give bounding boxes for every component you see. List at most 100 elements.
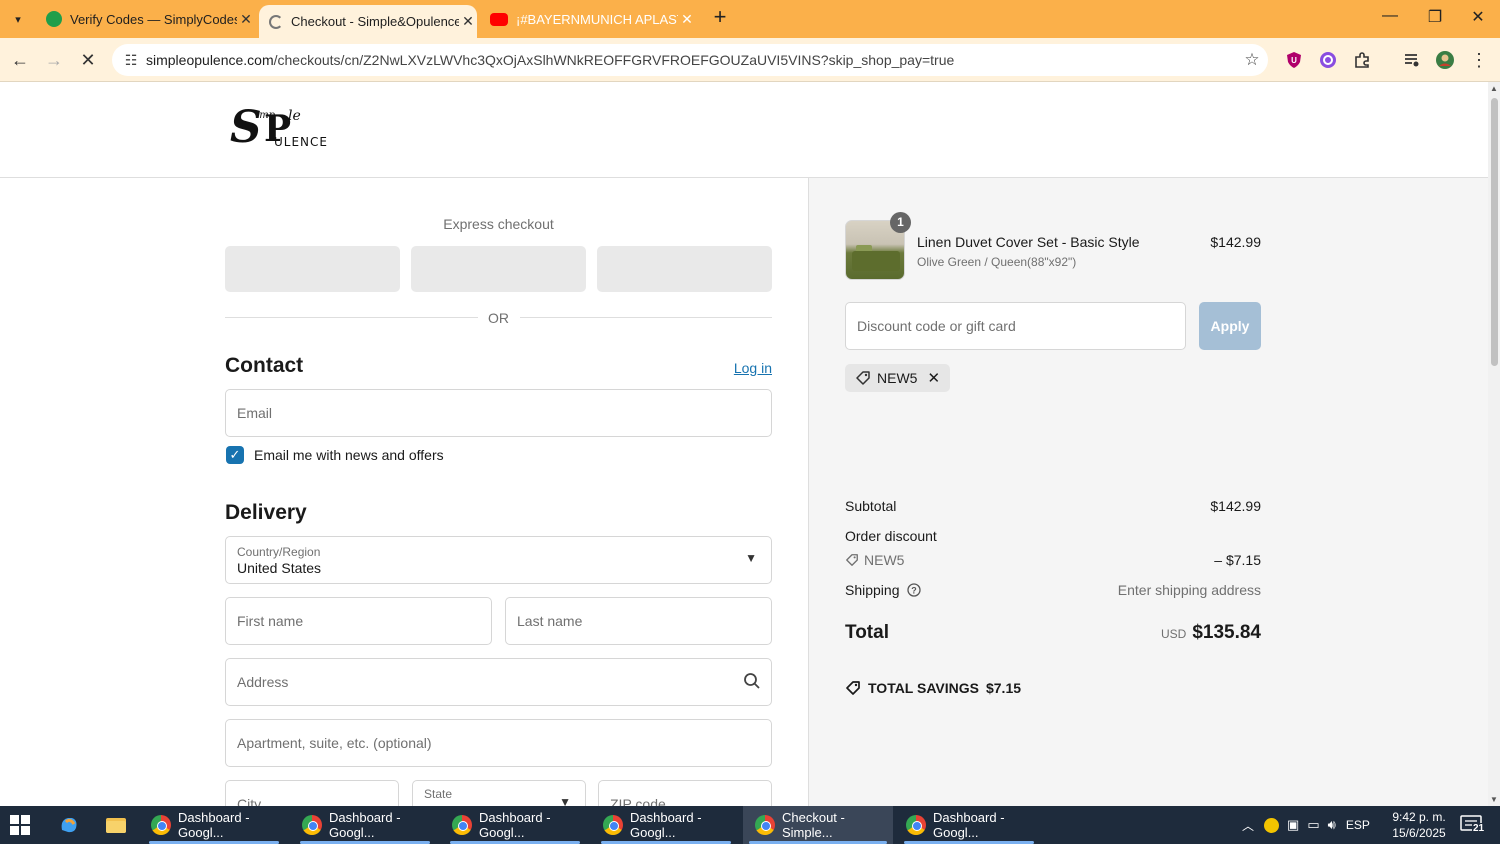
state-select[interactable]: State ▼ — [412, 780, 586, 806]
ublock-extension-icon[interactable]: U — [1282, 48, 1306, 72]
close-icon[interactable]: ✕ — [237, 11, 255, 28]
language-indicator[interactable]: ESP — [1346, 818, 1370, 832]
subtotal-label: Subtotal — [845, 498, 897, 514]
site-info-icon[interactable]: ☷ — [116, 52, 146, 69]
tab-title: Checkout - Simple&Opulence — [291, 14, 459, 29]
tag-icon — [846, 681, 860, 695]
clock-date: 15/6/2025 — [1392, 826, 1446, 840]
product-price: $142.99 — [1210, 234, 1261, 250]
page-scrollbar[interactable]: ▲ ▼ — [1488, 82, 1500, 806]
chrome-icon — [151, 815, 171, 835]
subtotal-value: $142.99 — [1210, 498, 1261, 514]
forward-button[interactable]: → — [42, 48, 66, 72]
order-discount-label: Order discount — [845, 528, 937, 544]
minimize-button[interactable]: — — [1378, 7, 1402, 31]
apply-discount-button[interactable]: Apply — [1199, 302, 1261, 350]
taskbar-chrome-dashboard-2[interactable]: Dashboard - Googl... — [294, 806, 436, 844]
address-input[interactable] — [237, 674, 760, 690]
discount-code-row: NEW5 – $7.15 — [845, 552, 1261, 570]
svg-text:?: ? — [911, 586, 917, 596]
shipping-value: Enter shipping address — [1117, 582, 1261, 598]
back-button[interactable]: ← — [8, 48, 32, 72]
taskbar-chrome-dashboard-3[interactable]: Dashboard - Googl... — [444, 806, 586, 844]
copilot-icon[interactable] — [58, 814, 80, 836]
login-link[interactable]: Log in — [734, 360, 772, 376]
discount-code-field[interactable] — [845, 302, 1186, 350]
volume-icon[interactable]: 🔊︎ — [1328, 817, 1336, 833]
url-text[interactable]: simpleopulence.com/checkouts/cn/Z2NwLXVz… — [146, 52, 1236, 68]
email-input[interactable] — [237, 405, 760, 421]
restore-button[interactable]: ❐ — [1423, 7, 1447, 31]
last-name-input[interactable] — [517, 613, 760, 629]
chrome-icon — [452, 815, 472, 835]
remove-discount-icon[interactable]: ✕ — [927, 369, 940, 387]
tab-title: Verify Codes — SimplyCodes — [70, 11, 237, 27]
url-host: simpleopulence.com — [146, 52, 274, 68]
first-name-input[interactable] — [237, 613, 480, 629]
tab-verify-codes[interactable]: Verify Codes — SimplyCodes ✕ — [40, 0, 255, 38]
or-text: OR — [488, 310, 509, 326]
apartment-field[interactable] — [225, 719, 772, 767]
total-value: $135.84 — [1192, 622, 1261, 643]
chrome-icon — [603, 815, 623, 835]
scroll-up-arrow-icon[interactable]: ▲ — [1488, 84, 1500, 93]
savings-value: $7.15 — [985, 680, 1022, 696]
chevron-down-icon: ▼ — [745, 551, 757, 565]
notification-count: 21 — [1472, 823, 1486, 834]
system-clock[interactable]: 9:42 p. m. 15/6/2025 — [1388, 809, 1450, 841]
network-icon[interactable]: ▭ — [1307, 817, 1319, 833]
store-logo[interactable]: S imp P le ULENCE — [230, 102, 334, 154]
stop-loading-button[interactable]: ✕ — [76, 48, 100, 72]
taskbar-chrome-checkout[interactable]: Checkout - Simple... — [743, 806, 893, 844]
first-name-field[interactable] — [225, 597, 492, 645]
show-hidden-icons-icon[interactable]: ︿ — [1242, 817, 1254, 834]
app-tray-icon[interactable] — [1264, 817, 1280, 833]
new-tab-button[interactable]: + — [708, 6, 732, 30]
taskbar-chrome-dashboard-1[interactable]: Dashboard - Googl... — [143, 806, 285, 844]
last-name-field[interactable] — [505, 597, 772, 645]
zip-field[interactable] — [598, 780, 772, 806]
discount-code-input[interactable] — [857, 318, 1174, 334]
express-pay-button-2[interactable] — [411, 246, 586, 292]
express-pay-button-1[interactable] — [225, 246, 400, 292]
windows-taskbar: Dashboard - Googl... Dashboard - Googl..… — [0, 806, 1500, 844]
clock-time: 9:42 p. m. — [1392, 810, 1446, 824]
close-window-button[interactable]: ✕ — [1466, 7, 1490, 31]
tab-search-menu[interactable]: ▾ — [6, 8, 30, 30]
city-field[interactable] — [225, 780, 399, 806]
address-field[interactable] — [225, 658, 772, 706]
profile-avatar-icon[interactable] — [1433, 48, 1457, 72]
meet-now-icon[interactable]: ▣ — [1287, 817, 1299, 833]
taskbar-chrome-dashboard-4[interactable]: Dashboard - Googl... — [595, 806, 737, 844]
bookmark-star-icon[interactable]: ☆ — [1236, 50, 1268, 70]
news-offers-checkbox-row[interactable]: ✓ Email me with news and offers — [225, 446, 444, 464]
total-label: Total — [845, 622, 889, 643]
tab-youtube[interactable]: ¡#BAYERNMUNICH APLASTÓ a ✕ — [484, 0, 696, 38]
email-field[interactable] — [225, 389, 772, 437]
help-circle-icon[interactable]: ? — [906, 583, 921, 597]
close-icon[interactable]: ✕ — [459, 13, 477, 30]
extensions-puzzle-icon[interactable] — [1350, 48, 1374, 72]
notifications-button[interactable]: 21 — [1460, 815, 1486, 835]
address-bar[interactable]: ☷ simpleopulence.com/checkouts/cn/Z2NwLX… — [112, 44, 1268, 76]
media-control-icon[interactable] — [1400, 48, 1424, 72]
total-row: Total USD $135.84 — [845, 622, 1261, 644]
tab-checkout[interactable]: Checkout - Simple&Opulence ✕ — [259, 5, 477, 38]
scroll-down-arrow-icon[interactable]: ▼ — [1488, 795, 1500, 804]
file-explorer-icon[interactable] — [105, 815, 127, 835]
browser-menu-icon[interactable]: ⋮ — [1467, 48, 1491, 72]
contact-heading: Contact — [225, 354, 304, 377]
store-header: S imp P le ULENCE — [0, 82, 1488, 178]
country-select[interactable]: Country/Region United States ▼ — [225, 536, 772, 584]
purple-extension-icon[interactable] — [1316, 48, 1340, 72]
express-pay-button-3[interactable] — [597, 246, 772, 292]
close-icon[interactable]: ✕ — [678, 11, 696, 28]
zip-input[interactable] — [610, 796, 760, 806]
taskbar-chrome-dashboard-5[interactable]: Dashboard - Googl... — [898, 806, 1040, 844]
checkbox-checked-icon[interactable]: ✓ — [226, 446, 244, 464]
scrollbar-thumb[interactable] — [1491, 98, 1498, 366]
city-input[interactable] — [237, 796, 387, 806]
windows-start-icon[interactable] — [10, 815, 30, 835]
apartment-input[interactable] — [237, 735, 760, 751]
express-checkout-title: Express checkout — [443, 216, 554, 232]
